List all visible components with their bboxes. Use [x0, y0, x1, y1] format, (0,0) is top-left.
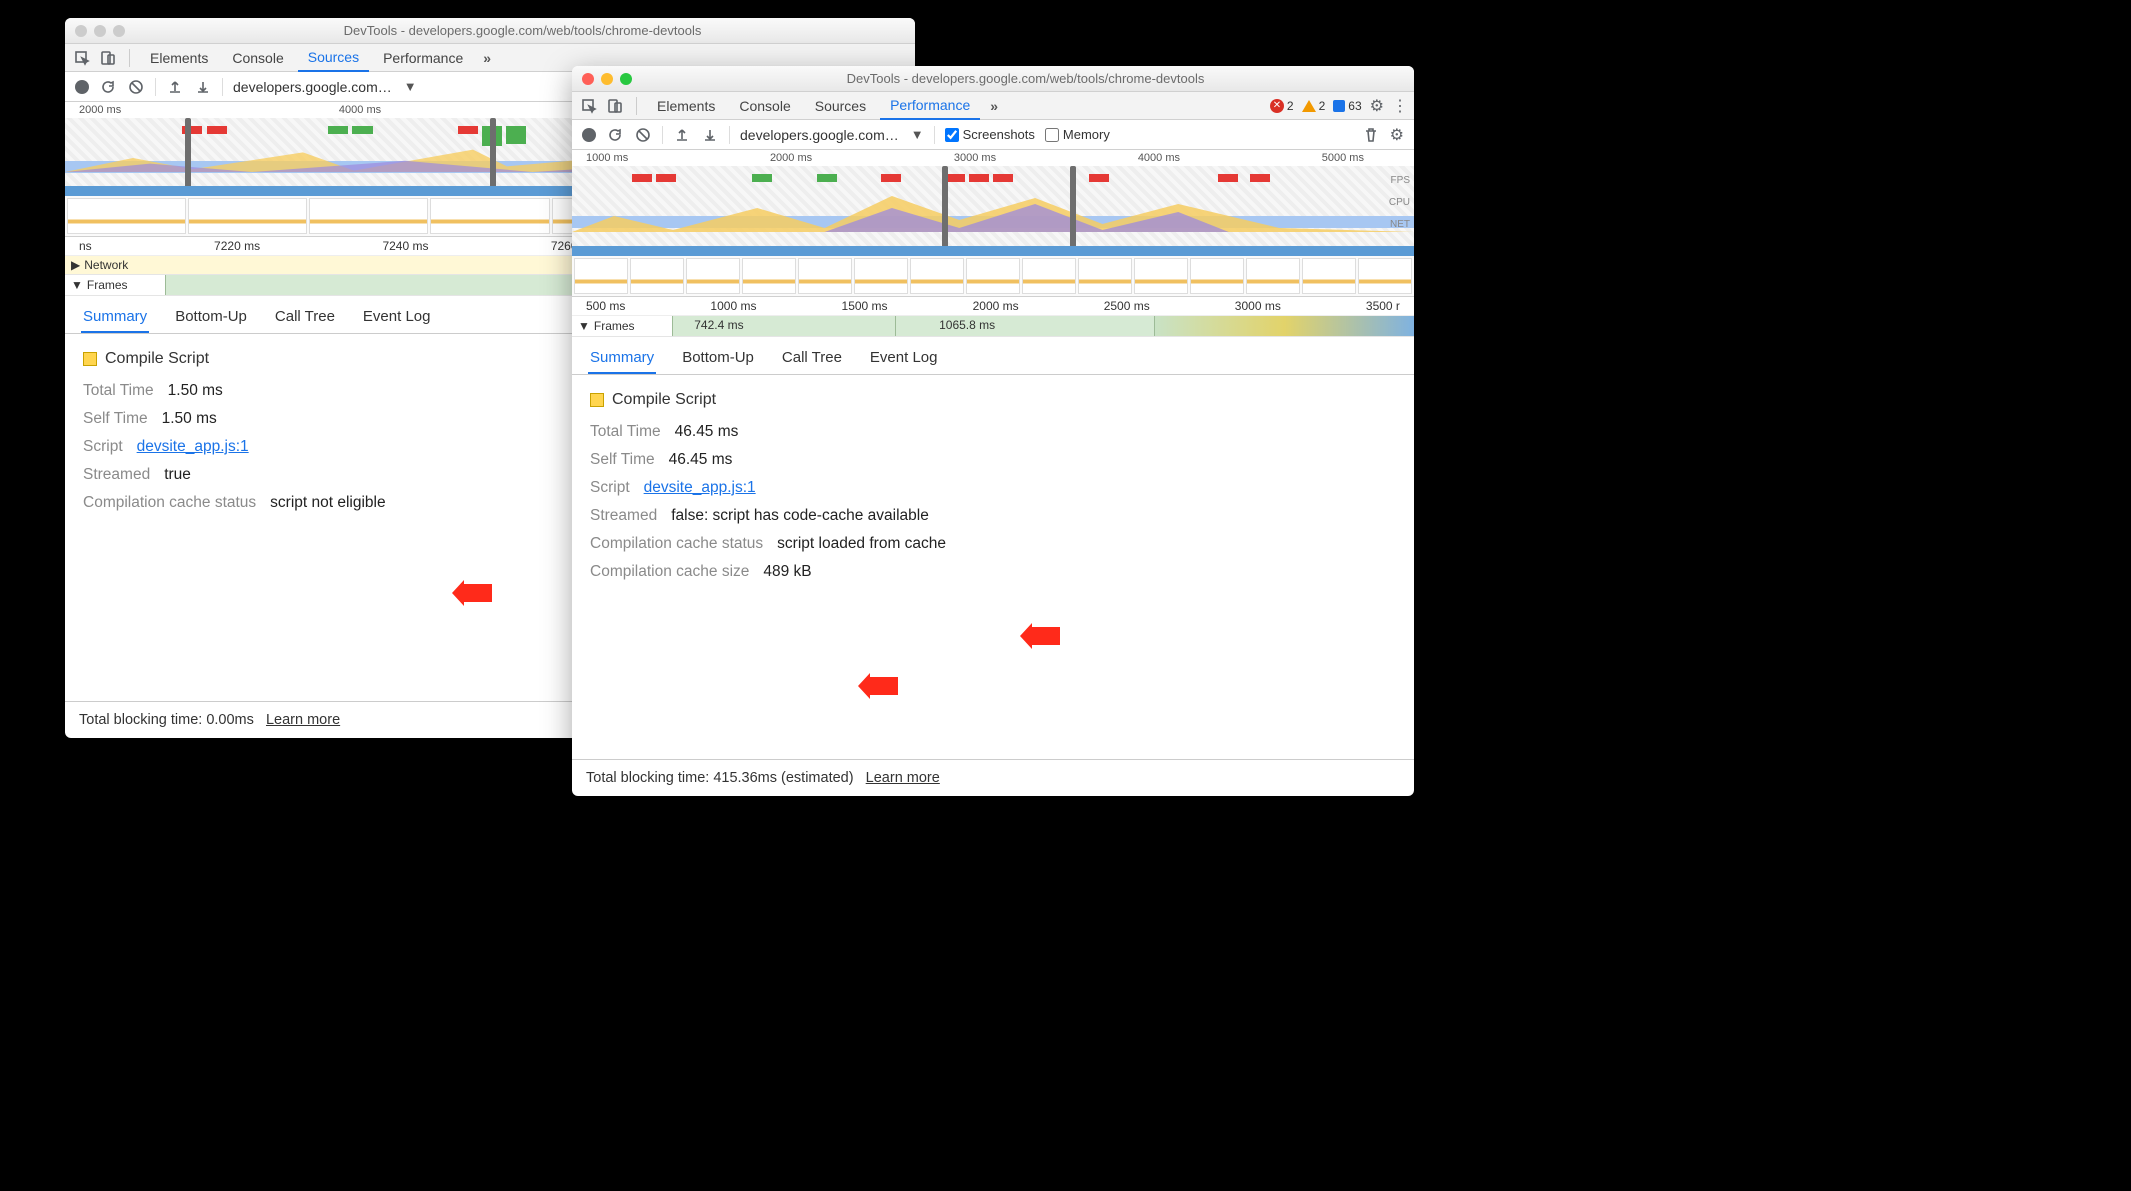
frame-duration-1: 742.4 ms: [694, 318, 743, 332]
panel-tabs: Elements Console Sources Performance » ✕…: [572, 92, 1414, 120]
blocking-time: Total blocking time: 415.36ms (estimated…: [586, 770, 854, 786]
trash-icon[interactable]: [1362, 126, 1380, 144]
traffic-lights[interactable]: [75, 25, 125, 37]
flame-ticks: 500 ms 1000 ms 1500 ms 2000 ms 2500 ms 3…: [572, 297, 1414, 316]
tab-eventlog[interactable]: Event Log: [868, 343, 940, 374]
footer: Total blocking time: 415.36ms (estimated…: [572, 759, 1414, 796]
tab-console[interactable]: Console: [729, 93, 800, 119]
memory-toggle[interactable]: Memory: [1045, 127, 1110, 142]
tab-elements[interactable]: Elements: [140, 45, 218, 71]
streamed-value: false: script has code-cache available: [671, 507, 929, 525]
device-icon[interactable]: [604, 95, 626, 117]
clear-icon[interactable]: [127, 78, 145, 96]
event-title: Compile Script: [105, 350, 209, 368]
titlebar[interactable]: DevTools - developers.google.com/web/too…: [572, 66, 1414, 92]
tab-calltree[interactable]: Call Tree: [273, 302, 337, 333]
inspect-icon[interactable]: [578, 95, 600, 117]
total-time: 46.45 ms: [675, 423, 739, 441]
minimize-dot[interactable]: [601, 73, 613, 85]
script-link[interactable]: devsite_app.js:1: [644, 479, 756, 496]
tab-calltree[interactable]: Call Tree: [780, 343, 844, 374]
screenshot-thumbs[interactable]: [572, 256, 1414, 296]
overview-labels: FPSCPUNET: [1389, 170, 1410, 236]
error-badge[interactable]: ✕2: [1270, 99, 1294, 113]
range-handle-left[interactable]: [942, 166, 948, 256]
category-swatch: [590, 393, 604, 407]
close-dot[interactable]: [75, 25, 87, 37]
more-tabs[interactable]: »: [477, 50, 497, 66]
summary-panel: Compile Script Total Time46.45 ms Self T…: [572, 375, 1414, 759]
perf-toolbar: developers.google.com… ▼ Screenshots Mem…: [572, 120, 1414, 150]
tab-bottomup[interactable]: Bottom-Up: [680, 343, 756, 374]
tab-performance[interactable]: Performance: [880, 92, 980, 120]
tab-summary[interactable]: Summary: [81, 302, 149, 333]
window-title: DevTools - developers.google.com/web/too…: [140, 23, 905, 38]
more-tabs[interactable]: »: [984, 98, 1004, 114]
event-title: Compile Script: [612, 391, 716, 409]
total-time: 1.50 ms: [168, 382, 223, 400]
range-handle-right[interactable]: [1070, 166, 1076, 256]
fps-bars: [592, 174, 1394, 188]
screenshots-toggle[interactable]: Screenshots: [945, 127, 1035, 142]
overview-pane[interactable]: 1000 ms 2000 ms 3000 ms 4000 ms 5000 ms: [572, 150, 1414, 297]
chevron-down-icon[interactable]: ▼: [404, 79, 417, 94]
tab-elements[interactable]: Elements: [647, 93, 725, 119]
device-icon[interactable]: [97, 47, 119, 69]
profile-selector[interactable]: developers.google.com…: [233, 79, 392, 95]
frames-row[interactable]: ▼ Frames 742.4 ms 1065.8 ms: [572, 316, 1414, 337]
warning-badge[interactable]: 2: [1302, 99, 1326, 113]
blocking-time: Total blocking time: 0.00ms: [79, 712, 254, 728]
tab-sources[interactable]: Sources: [298, 44, 369, 72]
cache-status: script not eligible: [270, 494, 385, 512]
learn-more-link[interactable]: Learn more: [866, 770, 940, 786]
message-badge[interactable]: 63: [1333, 99, 1361, 113]
category-swatch: [83, 352, 97, 366]
titlebar[interactable]: DevTools - developers.google.com/web/too…: [65, 18, 915, 44]
zoom-dot[interactable]: [113, 25, 125, 37]
kebab-icon[interactable]: ⋮: [1392, 96, 1408, 116]
upload-icon[interactable]: [166, 78, 184, 96]
download-icon[interactable]: [701, 126, 719, 144]
cache-status: script loaded from cache: [777, 535, 946, 553]
devtools-window-2: DevTools - developers.google.com/web/too…: [572, 66, 1414, 796]
inspect-icon[interactable]: [71, 47, 93, 69]
traffic-lights[interactable]: [582, 73, 632, 85]
script-link[interactable]: devsite_app.js:1: [137, 438, 249, 455]
range-handle-right[interactable]: [490, 118, 496, 196]
cache-size: 489 kB: [763, 563, 811, 581]
frame-duration-2: 1065.8 ms: [939, 318, 995, 332]
learn-more-link[interactable]: Learn more: [266, 712, 340, 728]
profile-selector[interactable]: developers.google.com…: [740, 127, 899, 143]
tab-sources[interactable]: Sources: [805, 93, 876, 119]
cpu-chart: [572, 192, 1414, 232]
chevron-down-icon[interactable]: ▼: [911, 127, 924, 142]
tab-eventlog[interactable]: Event Log: [361, 302, 433, 333]
self-time: 46.45 ms: [669, 451, 733, 469]
tab-console[interactable]: Console: [222, 45, 293, 71]
overview-ticks: 1000 ms 2000 ms 3000 ms 4000 ms 5000 ms: [572, 150, 1414, 166]
clear-icon[interactable]: [634, 126, 652, 144]
detail-tabs: Summary Bottom-Up Call Tree Event Log: [572, 337, 1414, 375]
streamed-value: true: [164, 466, 191, 484]
close-dot[interactable]: [582, 73, 594, 85]
self-time: 1.50 ms: [162, 410, 217, 428]
tab-performance[interactable]: Performance: [373, 45, 473, 71]
minimize-dot[interactable]: [94, 25, 106, 37]
reload-icon[interactable]: [606, 126, 624, 144]
range-handle-left[interactable]: [185, 118, 191, 196]
gear-icon[interactable]: ⚙: [1370, 96, 1384, 116]
zoom-dot[interactable]: [620, 73, 632, 85]
window-title: DevTools - developers.google.com/web/too…: [647, 71, 1404, 86]
reload-icon[interactable]: [99, 78, 117, 96]
tab-bottomup[interactable]: Bottom-Up: [173, 302, 249, 333]
record-icon[interactable]: [75, 80, 89, 94]
record-icon[interactable]: [582, 128, 596, 142]
download-icon[interactable]: [194, 78, 212, 96]
gear-icon[interactable]: ⚙: [1390, 125, 1404, 145]
upload-icon[interactable]: [673, 126, 691, 144]
tab-summary[interactable]: Summary: [588, 343, 656, 374]
